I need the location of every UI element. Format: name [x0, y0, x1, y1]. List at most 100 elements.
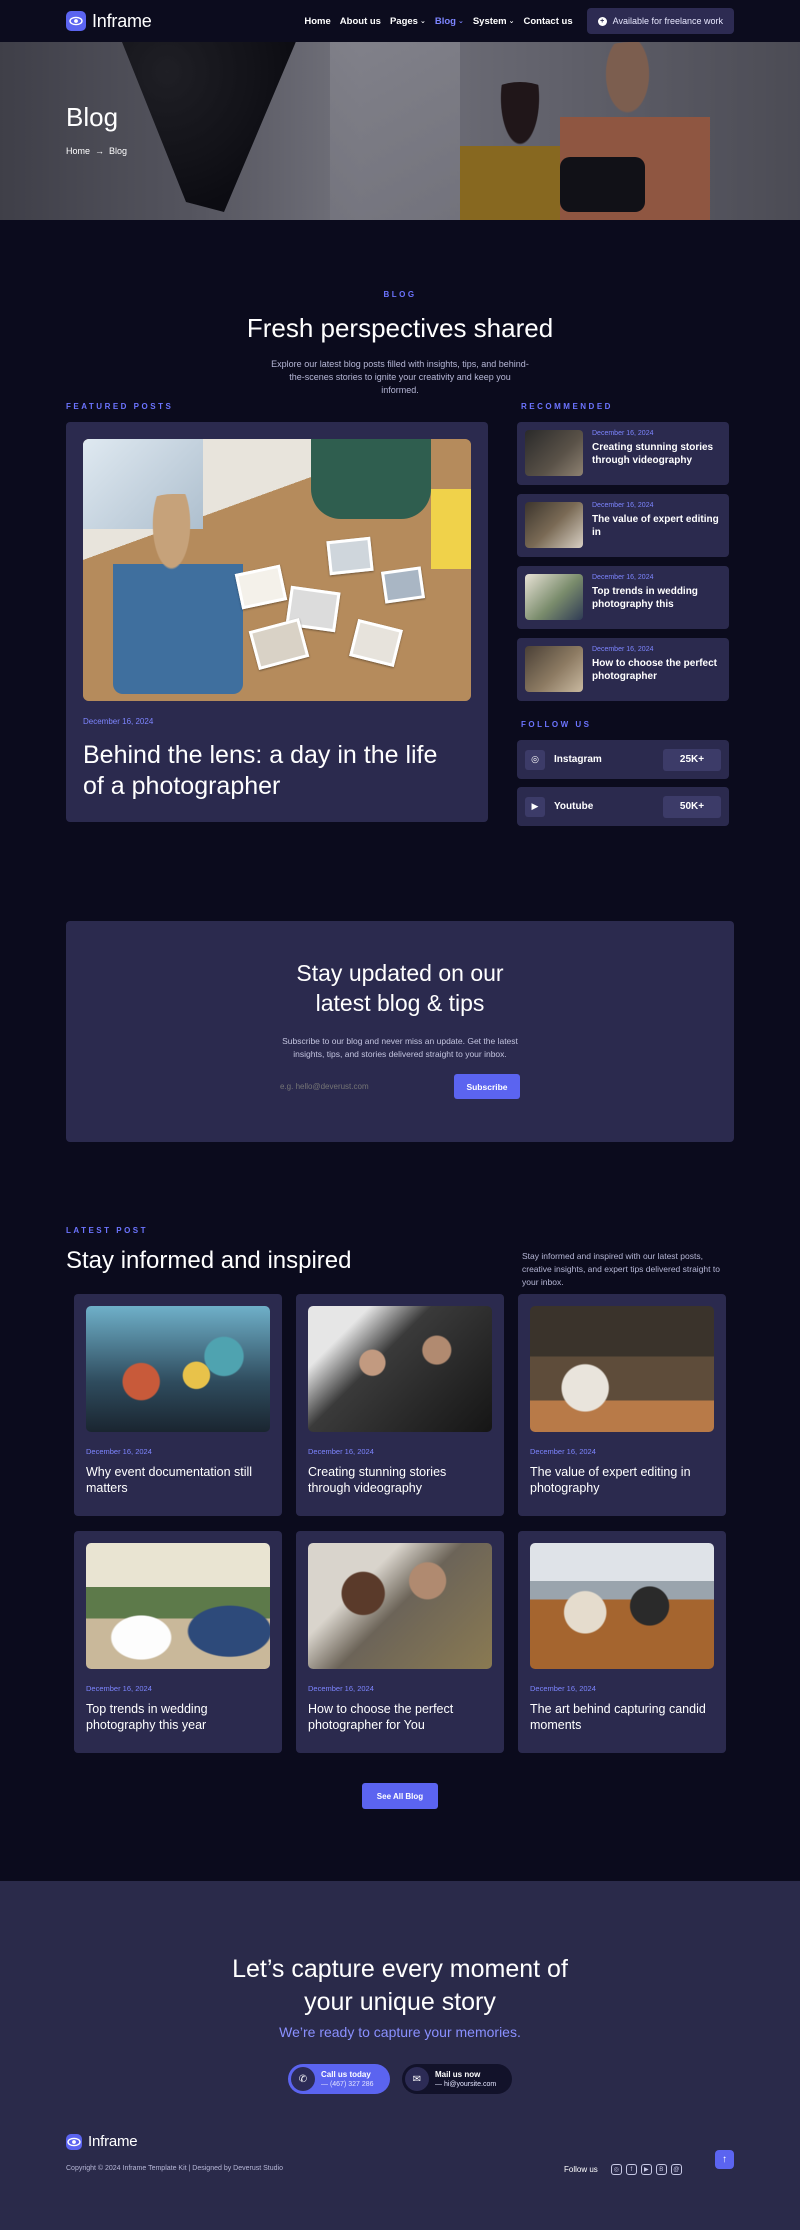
hero-overlay: [0, 42, 800, 220]
post-date: December 16, 2024: [86, 1684, 152, 1693]
breadcrumb-current: Blog: [109, 146, 128, 156]
breadcrumb: Home → Blog: [66, 146, 127, 156]
recommended-thumbnail: [525, 574, 583, 620]
post-title: Why event documentation still matters: [86, 1465, 253, 1496]
hero-banner: Blog Home → Blog: [0, 42, 800, 220]
featured-post-title: Behind the lens: a day in the life of a …: [83, 741, 438, 801]
newsletter-description: Subscribe to our blog and never miss an …: [282, 1035, 518, 1059]
post-title: The art behind capturing candid moments: [530, 1702, 706, 1733]
post-image: [308, 1543, 492, 1669]
footer-logo[interactable]: Inframe: [66, 2133, 138, 2150]
nav-item-system[interactable]: System ⌄: [473, 16, 515, 27]
newsletter-form: Subscribe: [66, 1074, 734, 1100]
newsletter-section: Stay updated on our latest blog & tips S…: [66, 921, 734, 1142]
post-image: [308, 1306, 492, 1432]
post-date: December 16, 2024: [86, 1447, 152, 1456]
recommended-item[interactable]: December 16, 2024 Creating stunning stori…: [517, 422, 729, 485]
post-card[interactable]: December 16, 2024 Why event documentatio…: [74, 1294, 282, 1516]
post-title: Top trends in wedding photography this y…: [86, 1702, 208, 1733]
post-title: The value of expert editing in photograp…: [530, 1465, 691, 1496]
subscribe-button[interactable]: Subscribe: [454, 1074, 520, 1100]
call-label: Call us today: [321, 2070, 371, 2080]
post-title: Creating stunning stories through videog…: [308, 1465, 447, 1496]
main-menu: Home About us Pages ⌄ Blog ⌄ System ⌄ Conta…: [304, 16, 572, 27]
post-image: [86, 1543, 270, 1669]
nav-item-pages[interactable]: Pages ⌄: [390, 16, 426, 27]
nav-item-blog[interactable]: Blog ⌄: [435, 16, 464, 27]
post-image: [530, 1543, 714, 1669]
mail-value: — hi@yoursite.com: [435, 2080, 497, 2088]
breadcrumb-home[interactable]: Home: [66, 146, 90, 156]
nav-item-label: Contact us: [523, 15, 573, 27]
post-date: December 16, 2024: [530, 1684, 596, 1693]
post-card[interactable]: December 16, 2024 Top trends in wedding …: [74, 1531, 282, 1753]
latest-label: LATEST POST: [66, 1226, 149, 1235]
footer-social-icons: ◎ f ▶ B @: [610, 2164, 682, 2175]
social-count: 50K+: [663, 795, 721, 818]
recommended-date: December 16, 2024: [592, 574, 654, 581]
recommended-label: RECOMMENDED: [521, 402, 613, 411]
capture-subtitle: We’re ready to capture your memories.: [279, 2024, 521, 2040]
footer-logo-text: Inframe: [88, 2133, 138, 2150]
recommended-title: Creating stunning stories through videog…: [592, 442, 714, 466]
post-card[interactable]: December 16, 2024 The value of expert ed…: [518, 1294, 726, 1516]
post-date: December 16, 2024: [308, 1684, 374, 1693]
mail-button[interactable]: ✉ Mail us now — hi@yoursite.com: [402, 2064, 512, 2094]
latest-description: Stay informed and inspired with our late…: [522, 1251, 720, 1287]
featured-post-card[interactable]: December 16, 2024 Behind the lens: a day…: [66, 422, 488, 822]
chevron-down-icon: ⌄: [508, 18, 515, 25]
youtube-link[interactable]: ▶ Youtube 50K+: [517, 787, 729, 826]
footer-section: Let’s capture every moment of your uniqu…: [0, 1881, 800, 2230]
recommended-item[interactable]: December 16, 2024 The value of expert edi…: [517, 494, 729, 557]
email-input[interactable]: [280, 1074, 450, 1100]
back-to-top-button[interactable]: ↑: [715, 2150, 734, 2169]
youtube-icon[interactable]: ▶: [640, 2164, 652, 2175]
threads-icon[interactable]: @: [670, 2164, 682, 2175]
post-image: [86, 1306, 270, 1432]
recommended-item[interactable]: December 16, 2024 How to choose the perfe…: [517, 638, 729, 701]
recommended-date: December 16, 2024: [592, 430, 654, 437]
youtube-icon: ▶: [525, 796, 545, 817]
instagram-link[interactable]: ◎ Instagram 25K+: [517, 740, 729, 779]
mail-icon: ✉: [405, 2067, 429, 2091]
freelance-label: Available for freelance work: [612, 16, 723, 26]
featured-post-image: [83, 439, 471, 701]
blog-intro: BLOG Fresh perspectives shared Explore o…: [0, 290, 800, 397]
logo-text: Inframe: [92, 10, 152, 31]
top-navbar: Inframe Home About us Pages ⌄ Blog ⌄ Syste…: [0, 0, 800, 42]
instagram-icon: ◎: [525, 749, 545, 770]
nav-item-label: Home: [304, 15, 331, 27]
logo[interactable]: Inframe: [66, 11, 152, 32]
nav-item-label: About us: [339, 15, 381, 27]
featured-label: FEATURED POSTS: [66, 402, 174, 411]
behance-icon[interactable]: B: [655, 2164, 667, 2175]
post-image: [530, 1306, 714, 1432]
freelance-button[interactable]: + Available for freelance work: [586, 8, 734, 34]
instagram-icon[interactable]: ◎: [610, 2164, 622, 2175]
post-card[interactable]: December 16, 2024 How to choose the perf…: [296, 1531, 504, 1753]
facebook-icon[interactable]: f: [625, 2164, 637, 2175]
eye-logo-icon: [66, 2133, 82, 2150]
call-value: — (467) 327 286: [321, 2080, 374, 2088]
chevron-down-icon: ⌄: [457, 18, 464, 25]
latest-posts-grid: December 16, 2024 Why event documentatio…: [74, 1294, 726, 1753]
call-button[interactable]: ✆ Call us today — (467) 327 286: [288, 2064, 390, 2094]
copyright-text: Copyright © 2024 Inframe Template Kit | …: [66, 2165, 283, 2172]
page-title: Blog: [66, 102, 119, 132]
post-card[interactable]: December 16, 2024 The art behind capturi…: [518, 1531, 726, 1753]
post-date: December 16, 2024: [530, 1447, 596, 1456]
nav-item-home[interactable]: Home: [304, 16, 330, 27]
recommended-item[interactable]: December 16, 2024 Top trends in wedding p…: [517, 566, 729, 629]
see-all-blog-button[interactable]: See All Blog: [362, 1783, 438, 1809]
social-count: 25K+: [663, 748, 721, 771]
follow-us-label: Follow us: [564, 2165, 598, 2174]
nav-item-about[interactable]: About us: [340, 16, 381, 27]
footer-follow: Follow us ◎ f ▶ B @: [564, 2164, 682, 2175]
recommended-date: December 16, 2024: [592, 502, 654, 509]
nav-item-contact[interactable]: Contact us: [524, 16, 573, 27]
post-card[interactable]: December 16, 2024 Creating stunning stor…: [296, 1294, 504, 1516]
post-date: December 16, 2024: [308, 1447, 374, 1456]
post-title: How to choose the perfect photographer f…: [308, 1702, 454, 1733]
featured-post-date: December 16, 2024: [83, 717, 154, 726]
section-description: Explore our latest blog posts filled wit…: [271, 359, 529, 396]
